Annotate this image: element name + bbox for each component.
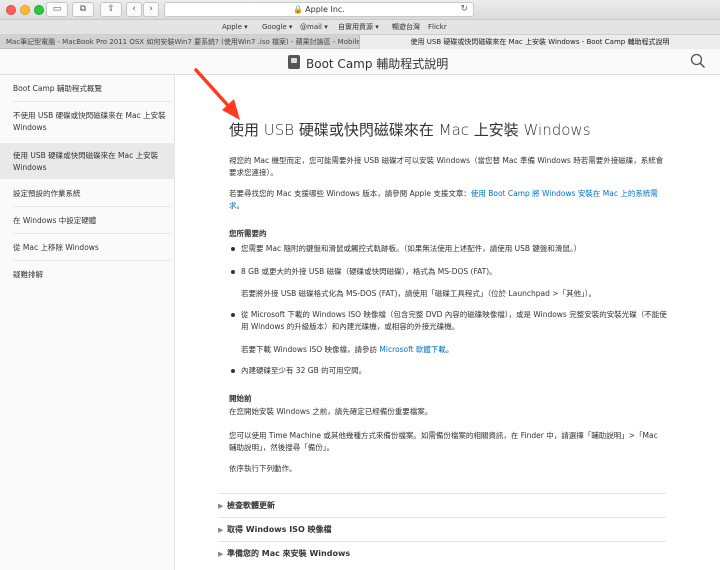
favorite-mail[interactable]: @mail ▾: [300, 20, 328, 35]
sidebar-item-remove-windows[interactable]: 從 Mac 上移除 Windows: [13, 242, 171, 254]
sidebar-divider: [13, 233, 171, 234]
accordion-check-updates[interactable]: ▶ 檢查軟體更新: [218, 493, 666, 517]
tab-mobile01[interactable]: Mac筆記型電腦 - MacBook Pro 2011 OSX 如何安裝Win7…: [0, 35, 360, 49]
favorite-flickr[interactable]: Flickr: [428, 20, 447, 35]
iso-suffix: 。: [445, 345, 454, 354]
search-icon[interactable]: [690, 53, 706, 69]
maximize-window-button[interactable]: [34, 5, 44, 15]
sidebar-item-overview[interactable]: Boot Camp 輔助程式概覽: [13, 83, 171, 95]
favorites-bar: Apple ▾ Google ▾ @mail ▾ 自實用資源 ▾ 暢遊台灣 Fl…: [0, 20, 720, 35]
sidebar-item-install-without-usb[interactable]: 不使用 USB 硬碟或快閃磁碟來在 Mac 上安裝 Windows: [13, 110, 171, 134]
need-usb-drive: 8 GB 或更大的外接 USB 磁碟（硬碟或快閃磁碟），格式為 MS-DOS (…: [241, 267, 497, 276]
sidebar-divider: [13, 101, 171, 102]
bullet: [231, 270, 235, 274]
close-window-button[interactable]: [6, 5, 16, 15]
sidebar-item-install-with-usb[interactable]: 使用 USB 硬碟或快閃磁碟來在 Mac 上安裝 Windows: [13, 150, 171, 174]
tab-bar: Mac筆記型電腦 - MacBook Pro 2011 OSX 如何安裝Win7…: [0, 35, 720, 49]
sidebar-item-windows-hardware[interactable]: 在 Windows 中設定硬體: [13, 215, 171, 227]
favorite-taiwan[interactable]: 暢遊台灣: [392, 20, 420, 35]
share-icon[interactable]: ⇪: [100, 2, 122, 17]
address-bar[interactable]: 🔒 Apple Inc. ↻: [164, 2, 474, 17]
forward-button[interactable]: ›: [143, 2, 159, 17]
article: 使用 USB 硬碟或快閃磁碟來在 Mac 上安裝 Windows 視您的 Mac…: [175, 75, 720, 570]
site-header: Boot Camp 輔助程式說明: [0, 49, 720, 75]
bullet: [231, 247, 235, 251]
sidebar-toggle-icon[interactable]: ▭: [46, 2, 68, 17]
minimize-window-button[interactable]: [20, 5, 30, 15]
favorite-google[interactable]: Google ▾: [262, 20, 292, 35]
backup-text: 您可以使用 Time Machine 或其他幾種方式來備份檔案。如需備份檔案的相…: [229, 431, 658, 452]
sidebar-divider: [13, 260, 171, 261]
help-book-icon: [288, 55, 300, 69]
microsoft-download-link[interactable]: Microsoft 軟體下載: [379, 345, 446, 354]
accordion-label: 準備您的 Mac 來安裝 Windows: [227, 549, 351, 558]
bullet: [231, 369, 235, 373]
tab-overview-icon[interactable]: ⧉: [72, 2, 94, 17]
page-title: 使用 USB 硬碟或快閃磁碟來在 Mac 上安裝 Windows: [229, 121, 591, 139]
format-note: 若要將外接 USB 磁碟格式化為 MS-DOS (FAT)，請使用「磁碟工具程式…: [241, 289, 596, 298]
before-text: 在您開始安裝 Windows 之前，請先確定已經備份重要檔案。: [229, 407, 433, 416]
address-text: Apple Inc.: [305, 5, 345, 14]
iso-download-note: 若要下載 Windows ISO 映像檔，請參訪 Microsoft 軟體下載。: [241, 344, 667, 356]
back-button[interactable]: ‹: [126, 2, 142, 17]
intro-paragraph: 視您的 Mac 機型而定，您可能需要外接 USB 磁碟才可以安裝 Windows…: [229, 156, 664, 177]
accordion-get-iso[interactable]: ▶ 取得 Windows ISO 映像檔: [218, 517, 666, 541]
accordion-label: 檢查軟體更新: [227, 501, 275, 510]
lock-icon: 🔒: [293, 5, 304, 14]
reload-icon[interactable]: ↻: [460, 3, 468, 16]
need-keyboard: 您需要 Mac 隨附的鍵盤和滑鼠或觸控式軌跡板。（如果無法使用上述配件，請使用 …: [241, 244, 582, 253]
bullet: [231, 313, 235, 317]
tab-bootcamp-help[interactable]: 使用 USB 硬碟或快閃磁碟來在 Mac 上安裝 Windows - Boot …: [360, 35, 720, 49]
sidebar-item-default-os[interactable]: 設定預設的作業系統: [13, 188, 171, 200]
before-heading: 開始前: [229, 394, 252, 403]
iso-prefix: 若要下載 Windows ISO 映像檔，請參訪: [241, 345, 380, 354]
need-iso-image: 從 Microsoft 下載的 Windows ISO 映像檔（包含完整 DVD…: [241, 310, 667, 331]
needs-heading: 您所需要的: [229, 229, 267, 238]
need-disk-space: 內建硬碟至少有 32 GB 的可用空間。: [241, 366, 367, 375]
browser-toolbar: ▭ ⧉ ⇪ ‹ › 🔒 Apple Inc. ↻: [0, 0, 720, 20]
disclosure-triangle-icon: ▶: [218, 526, 224, 534]
disclosure-triangle-icon: ▶: [218, 550, 224, 558]
favorite-resources[interactable]: 自實用資源 ▾: [338, 20, 379, 35]
support-prefix: 若要尋找您的 Mac 支援哪些 Windows 版本，請參閱 Apple 支援文…: [229, 189, 471, 198]
sidebar-divider: [13, 206, 171, 207]
support-paragraph: 若要尋找您的 Mac 支援哪些 Windows 版本，請參閱 Apple 支援文…: [229, 188, 667, 212]
sidebar: Boot Camp 輔助程式概覽 不使用 USB 硬碟或快閃磁碟來在 Mac 上…: [0, 75, 175, 570]
accordion-label: 取得 Windows ISO 映像檔: [227, 525, 332, 534]
support-suffix: 。: [236, 201, 245, 210]
sidebar-item-troubleshooting[interactable]: 疑難排解: [13, 269, 171, 281]
favorite-apple[interactable]: Apple ▾: [222, 20, 248, 35]
site-title: Boot Camp 輔助程式說明: [306, 57, 449, 71]
accordion-prepare-mac[interactable]: ▶ 準備您的 Mac 來安裝 Windows: [218, 541, 666, 565]
steps-intro: 依序執行下列動作。: [229, 464, 297, 473]
disclosure-triangle-icon: ▶: [218, 502, 224, 510]
